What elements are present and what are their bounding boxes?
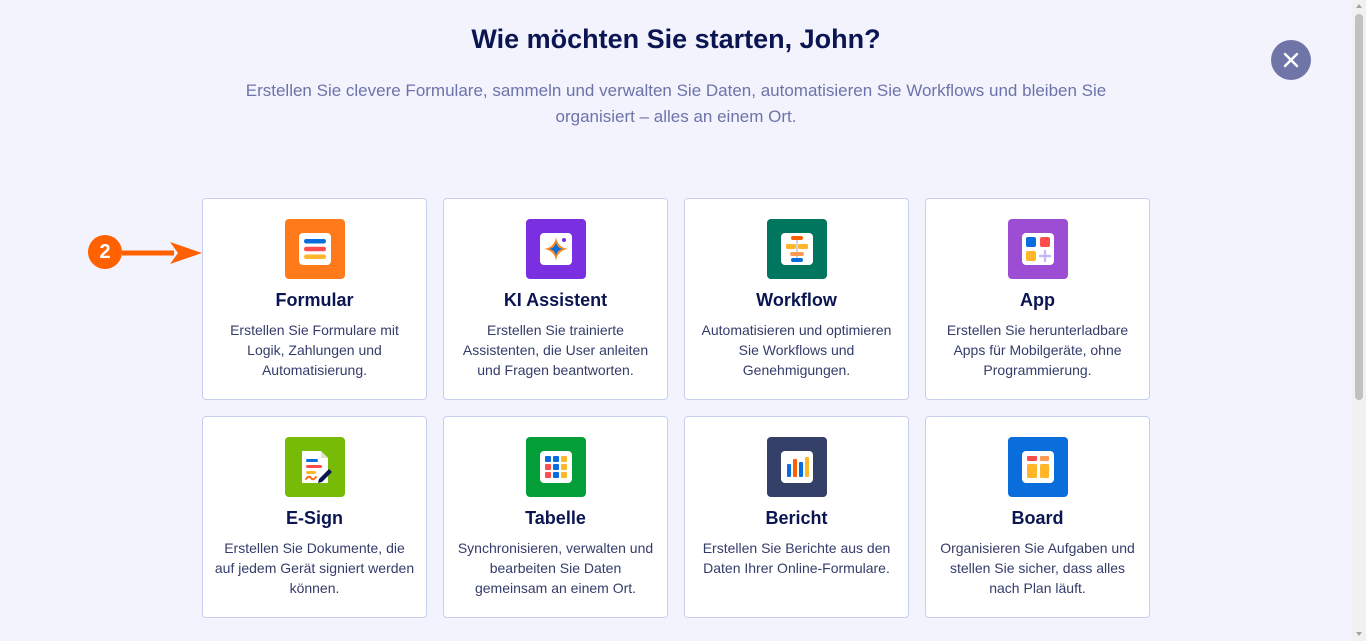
arrow-right-icon xyxy=(122,242,202,264)
close-button[interactable] xyxy=(1271,40,1311,80)
card-e-sign[interactable]: E-Sign Erstellen Sie Dokumente, die auf … xyxy=(202,416,427,618)
card-title: Board xyxy=(1011,508,1064,528)
card-bericht[interactable]: Bericht Erstellen Sie Berichte aus den D… xyxy=(684,416,909,618)
page-title: Wie möchten Sie starten, John? xyxy=(471,24,881,54)
card-icon-box xyxy=(525,219,586,279)
card-description: Erstellen Sie Berichte aus den Daten Ihr… xyxy=(702,540,891,576)
card-description: Erstellen Sie trainierte Assistenten, di… xyxy=(462,322,649,378)
step-badge: 2 xyxy=(88,235,122,269)
card-icon-box xyxy=(284,437,345,497)
card-title: Bericht xyxy=(765,508,828,528)
card-icon-box xyxy=(766,437,827,497)
card-title: App xyxy=(1020,290,1055,310)
card-icon-box xyxy=(1007,219,1068,279)
card-description: Organisieren Sie Aufgaben und stellen Si… xyxy=(940,540,1135,596)
scrollbar[interactable] xyxy=(1352,0,1366,641)
card-icon-box xyxy=(284,219,345,279)
esign-icon xyxy=(301,451,332,483)
report-icon xyxy=(780,451,813,483)
card-description: Erstellen Sie Dokumente, die auf jedem G… xyxy=(214,540,415,596)
ai-sparkle-icon xyxy=(539,233,572,265)
card-title: Workflow xyxy=(756,290,837,310)
card-title: E-Sign xyxy=(286,508,343,528)
card-description: Erstellen Sie Formulare mit Logik, Zahlu… xyxy=(230,322,399,378)
table-icon xyxy=(539,451,572,483)
product-grid: Formular Erstellen Sie Formulare mit Log… xyxy=(202,198,1150,618)
card-icon-box xyxy=(525,437,586,497)
form-icon xyxy=(298,233,331,265)
card-workflow[interactable]: Workflow Automatisieren und optimieren S… xyxy=(684,198,909,400)
scroll-down-icon[interactable] xyxy=(1355,630,1363,638)
scrollbar-thumb[interactable] xyxy=(1355,14,1363,400)
card-description: Erstellen Sie herunterladbare Apps für M… xyxy=(946,322,1129,378)
card-description: Automatisieren und optimieren Sie Workfl… xyxy=(701,322,892,378)
card-ki-assistent[interactable]: KI Assistent Erstellen Sie trainierte As… xyxy=(443,198,668,400)
card-icon-box xyxy=(1007,437,1068,497)
card-tabelle[interactable]: Tabelle Synchronisieren, verwalten und b… xyxy=(443,416,668,618)
card-formular[interactable]: Formular Erstellen Sie Formulare mit Log… xyxy=(202,198,427,400)
app-icon xyxy=(1021,233,1054,265)
card-title: Tabelle xyxy=(525,508,586,528)
card-title: Formular xyxy=(275,290,354,310)
card-title: KI Assistent xyxy=(503,290,608,310)
create-modal: Wie möchten Sie starten, John? Erstellen… xyxy=(0,0,1366,641)
page-subtitle: Erstellen Sie clevere Formulare, sammeln… xyxy=(245,81,1107,126)
workflow-icon xyxy=(780,233,813,265)
card-app[interactable]: App Erstellen Sie herunterladbare Apps f… xyxy=(925,198,1150,400)
scroll-up-icon[interactable] xyxy=(1355,2,1363,10)
board-icon xyxy=(1021,451,1054,483)
card-description: Synchronisieren, verwalten und bearbeite… xyxy=(457,540,654,596)
card-board[interactable]: Board Organisieren Sie Aufgaben und stel… xyxy=(925,416,1150,618)
card-icon-box xyxy=(766,219,827,279)
close-icon xyxy=(1283,52,1299,68)
